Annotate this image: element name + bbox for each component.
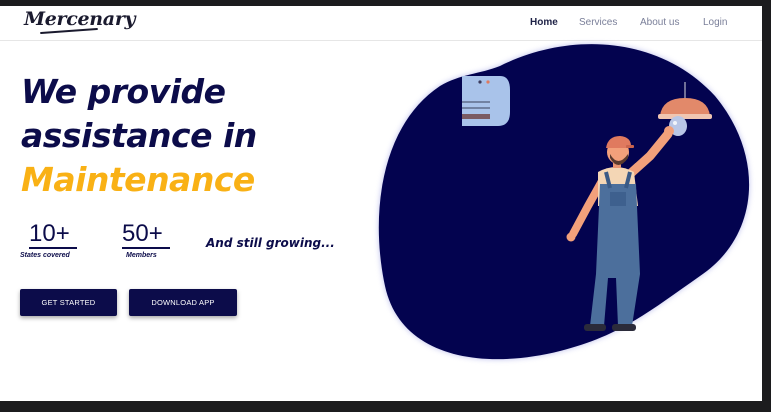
stat-members-divider	[122, 247, 170, 249]
stat-members-value: 50+	[122, 220, 163, 247]
stat-states-divider	[29, 247, 77, 249]
stat-states-value: 10+	[29, 220, 70, 247]
air-conditioner-icon	[462, 76, 510, 126]
get-started-button[interactable]: GET STARTED	[20, 289, 117, 316]
stat-members-label: Members	[126, 252, 157, 259]
growth-tagline: And still growing...	[206, 236, 335, 250]
download-app-button[interactable]: DOWNLOAD APP	[129, 289, 237, 316]
stat-states-label: States covered	[20, 252, 70, 259]
hero-heading-highlight: Maintenance	[21, 160, 255, 199]
background-blob	[378, 44, 750, 360]
hero-heading-line-2: assistance in	[21, 116, 257, 155]
maintenance-worker-illustration	[378, 44, 750, 360]
hero-heading-line-1: We provide	[21, 72, 226, 111]
landing-page: Mercenary Home Services About us Login W…	[0, 6, 762, 401]
